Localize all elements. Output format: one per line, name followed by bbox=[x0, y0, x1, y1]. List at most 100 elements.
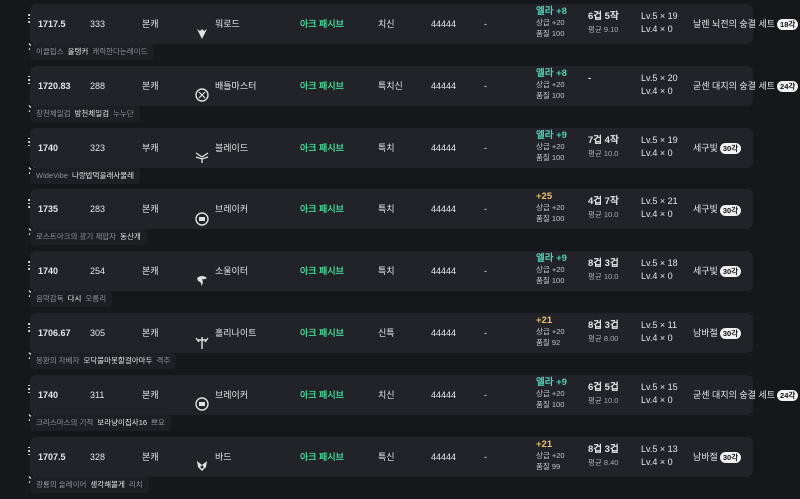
quality-sub1: 상급 +20 bbox=[536, 141, 565, 151]
set-name: 굳센 대지의 숭결 세트 bbox=[693, 80, 776, 91]
quality-block: 엘라 +9 상급 +20 품질 100 bbox=[536, 253, 567, 291]
lv-line2: Lv.4 × 0 bbox=[641, 85, 673, 96]
gem-block: 4겁 7작 평균 10.0 bbox=[588, 195, 619, 229]
character-card[interactable]: 1740 323 부캐 블레이드 아크 패시브 특치 44444 - 엘라 +9… bbox=[30, 127, 753, 168]
quality-top: +25 bbox=[536, 191, 553, 203]
lv-line1: Lv.5 × 21 bbox=[641, 196, 678, 207]
gem-block: 7겁 4작 평균 10.0 bbox=[588, 134, 619, 168]
class-name: 블레이드 bbox=[215, 142, 249, 153]
set-name: 굳센 대지의 숭결 세트 bbox=[693, 389, 776, 400]
name-3: 캐릭한다는레이드 bbox=[92, 47, 148, 56]
quality-sub2: 품질 100 bbox=[536, 214, 565, 224]
member-names: 음막감독 다시 오름리 bbox=[30, 291, 113, 308]
set-badge: 18각 bbox=[777, 19, 799, 31]
name-3: 누누단 bbox=[113, 108, 134, 118]
class-name: 브레이커 bbox=[215, 389, 249, 400]
character-type: 부캐 bbox=[142, 142, 159, 153]
class-cell: 소울이터 bbox=[195, 251, 295, 291]
member-names: WideVibe 나랑밥먹을래사물레 bbox=[30, 167, 141, 184]
character-card[interactable]: 1717.5 333 본캐 워로드 아크 패시브 치신 44444 - 엘라 +… bbox=[30, 4, 799, 44]
quality-sub2: 품질 100 bbox=[536, 29, 565, 38]
gem-block: - bbox=[588, 72, 591, 106]
gem-block: 6겁 5겁 평균 10.0 bbox=[588, 381, 619, 415]
engraving: 치신 bbox=[378, 389, 395, 400]
set-name: 남바절 bbox=[693, 451, 718, 462]
battlemaster-icon bbox=[195, 79, 209, 103]
quality-block: +25 상급 +20 품질 100 bbox=[536, 191, 565, 229]
points: 44444 bbox=[431, 451, 457, 462]
gem-top: 8겁 3겁 bbox=[588, 320, 619, 331]
ark-passive-label: 아크 패시브 bbox=[300, 204, 344, 215]
quality-sub2: 품질 100 bbox=[536, 152, 565, 162]
character-row: ✕ 1707.5 328 본캐 바드 아크 패시브 특신 44444 - +21… bbox=[0, 436, 800, 499]
quality-sub1: 상급 +20 bbox=[536, 18, 565, 27]
class-cell: 브레이커 bbox=[195, 189, 295, 229]
set-block: 세구빛 30각 bbox=[693, 189, 742, 229]
engraving: 특치 bbox=[378, 204, 395, 215]
name-1: 창천체일검 bbox=[36, 108, 71, 118]
gem-block: 8겁 3겁 평균 8.00 bbox=[588, 319, 619, 353]
engraving: 치신 bbox=[378, 19, 395, 29]
holyknight-icon bbox=[195, 327, 209, 349]
dash: - bbox=[484, 328, 487, 338]
class-name: 브레이커 bbox=[215, 204, 249, 215]
member-names: 창천체일검 방천체일검 누누단 bbox=[30, 105, 140, 122]
set-badge: 30각 bbox=[719, 204, 742, 216]
quality-block: 엘라 +9 상급 +20 품질 100 bbox=[536, 130, 567, 168]
class-cell: 홀리나이트 bbox=[195, 313, 295, 353]
lv-line2: Lv.4 × 0 bbox=[641, 394, 673, 405]
member-names: 몽환의 자베자 모닥불마못할걸아마두 격추 bbox=[30, 353, 177, 369]
set-badge: 24각 bbox=[777, 389, 799, 401]
quality-sub1: 상급 +20 bbox=[536, 450, 565, 460]
character-row: ✕ 1735 283 본캐 브레이커 아크 패시브 특치 44444 - +25… bbox=[0, 189, 800, 251]
character-type: 본캐 bbox=[142, 389, 159, 400]
item-level: 1735 bbox=[38, 204, 59, 215]
dash: - bbox=[484, 142, 487, 153]
ark-passive-label: 아크 패시브 bbox=[300, 328, 344, 338]
character-type: 본캐 bbox=[142, 451, 159, 462]
character-card[interactable]: 1735 283 본캐 브레이커 아크 패시브 특치 44444 - +25 상… bbox=[30, 189, 753, 230]
level-block: Lv.5 × 20 Lv.4 × 0 bbox=[641, 72, 678, 106]
character-type: 본캐 bbox=[142, 328, 159, 338]
character-row: ✕ 1740 323 부캐 블레이드 아크 패시브 특치 44444 - 엘라 … bbox=[0, 127, 800, 190]
name-2: 보라냥이집사16 bbox=[97, 417, 148, 427]
member-names: 크리스마스의 기적 보라냥이집사16 쁘요 bbox=[30, 414, 171, 431]
gem-top: 6겁 5겁 bbox=[588, 381, 619, 393]
item-level: 1707.5 bbox=[38, 451, 66, 462]
class-cell: 블레이드 bbox=[195, 128, 295, 168]
quality-top: 엘라 +9 bbox=[536, 129, 567, 141]
class-name: 소울이터 bbox=[215, 266, 249, 277]
character-type: 본캐 bbox=[142, 204, 159, 215]
character-type: 본캐 bbox=[142, 19, 159, 29]
character-card[interactable]: 1706.67 305 본캐 홀리나이트 아크 패시브 신특 44444 - +… bbox=[30, 313, 753, 353]
points: 44444 bbox=[431, 142, 457, 153]
points: 44444 bbox=[431, 266, 457, 277]
combat-power: 323 bbox=[90, 142, 106, 153]
set-badge: 30각 bbox=[719, 266, 742, 278]
class-cell: 워로드 bbox=[195, 4, 295, 44]
dash: - bbox=[484, 80, 487, 91]
level-block: Lv.5 × 19 Lv.4 × 0 bbox=[641, 10, 678, 44]
set-block: 굳센 대지의 숭결 세트 24각 bbox=[693, 66, 799, 106]
character-card[interactable]: 1720.83 288 본캐 배틀마스터 아크 패시브 특치신 44444 - … bbox=[30, 65, 799, 106]
bard-icon bbox=[195, 450, 209, 472]
dash: - bbox=[484, 266, 487, 277]
class-name: 바드 bbox=[215, 451, 232, 462]
lv-line1: Lv.5 × 13 bbox=[641, 443, 678, 454]
name-1: 몽환의 자베자 bbox=[36, 356, 80, 365]
character-card[interactable]: 1707.5 328 본캐 바드 아크 패시브 특신 44444 - +21 상… bbox=[30, 436, 753, 477]
quality-sub1: 상급 +20 bbox=[536, 388, 565, 398]
name-1: WideVibe bbox=[36, 170, 68, 180]
gem-sub: 평균 10.0 bbox=[588, 148, 619, 158]
character-card[interactable]: 1740 254 본캐 소울이터 아크 패시브 특치 44444 - 엘라 +9… bbox=[30, 251, 753, 292]
character-card[interactable]: 1740 311 본캐 브레이커 아크 패시브 치신 44444 - 엘라 +9… bbox=[30, 374, 799, 415]
class-cell: 브레이커 bbox=[195, 375, 295, 415]
lv-line1: Lv.5 × 20 bbox=[641, 72, 678, 83]
member-names: 이클립스 올탱커 캐릭한다는레이드 bbox=[30, 44, 154, 60]
level-block: Lv.5 × 11 Lv.4 × 0 bbox=[641, 319, 677, 353]
points: 44444 bbox=[431, 389, 457, 400]
gem-sub: 평균 10.0 bbox=[588, 395, 619, 405]
lv-line1: Lv.5 × 15 bbox=[641, 381, 678, 392]
breaker-icon bbox=[195, 203, 209, 226]
name-1: 이클립스 bbox=[36, 47, 64, 56]
